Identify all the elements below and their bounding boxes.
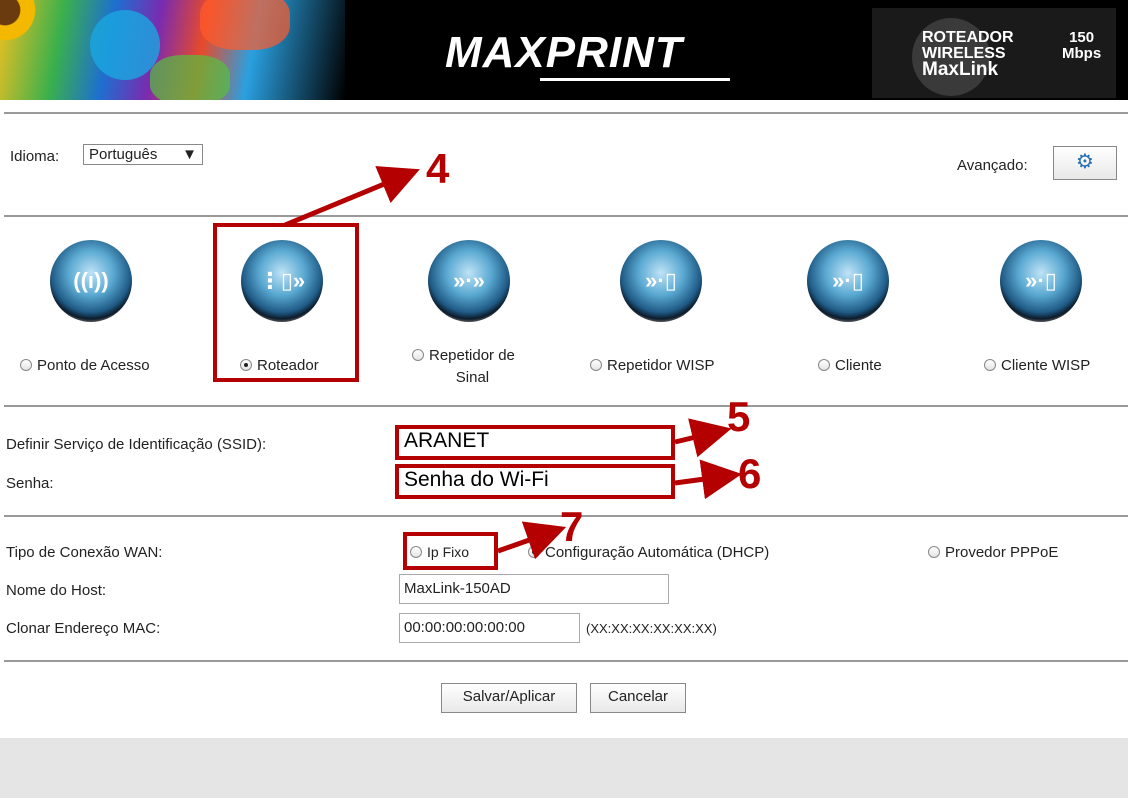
footer xyxy=(0,738,1128,798)
gear-icon: ⚙ xyxy=(1076,151,1094,173)
divider xyxy=(4,660,1128,662)
annotation-box-static-ip xyxy=(403,532,498,570)
badge-line: MaxLink xyxy=(922,59,999,80)
divider xyxy=(4,215,1128,217)
radio-button[interactable] xyxy=(20,359,32,371)
ssid-label: Definir Serviço de Identificação (SSID): xyxy=(6,436,267,453)
badge-speed: 150 Mbps xyxy=(1062,30,1101,62)
wan-option-pppoe[interactable]: Provedor PPPoE xyxy=(928,544,1058,561)
annotation-number-4: 4 xyxy=(426,145,450,192)
annotation-box-password xyxy=(395,464,675,499)
arrow-4 xyxy=(284,166,420,228)
wisp-repeater-icon[interactable]: »·▯ xyxy=(620,240,702,322)
banner-shape xyxy=(150,55,230,100)
mode-label: Repetidor WISP xyxy=(607,357,715,374)
wisp-client-icon[interactable]: »·▯ xyxy=(1000,240,1082,322)
save-apply-button[interactable]: Salvar/Aplicar xyxy=(441,683,577,713)
radio-button[interactable] xyxy=(818,359,830,371)
arrow-5 xyxy=(674,418,732,458)
client-icon[interactable]: »·▯ xyxy=(807,240,889,322)
badge-speed-unit: Mbps xyxy=(1062,45,1102,62)
mode-option-access-point[interactable]: Ponto de Acesso xyxy=(20,357,150,374)
language-value: Português xyxy=(89,146,158,163)
repeater-icon[interactable]: »·» xyxy=(428,240,510,322)
banner-shape xyxy=(90,10,160,80)
badge-text: ROTEADOR WIRELESS MaxLink xyxy=(922,29,1014,80)
brand-underline xyxy=(540,78,730,81)
mode-label: Ponto de Acesso xyxy=(37,357,150,374)
mode-label: Cliente WISP xyxy=(1001,357,1091,374)
radio-button-selected[interactable] xyxy=(528,546,540,558)
wan-type-label: Tipo de Conexão WAN: xyxy=(6,544,163,561)
radio-button[interactable] xyxy=(984,359,996,371)
password-label: Senha: xyxy=(6,475,54,492)
mode-option-wisp-repeater[interactable]: Repetidor WISP xyxy=(590,357,715,374)
banner-artwork xyxy=(0,0,345,100)
annotation-number-7: 7 xyxy=(560,503,584,550)
banner-shape xyxy=(200,0,290,50)
advanced-settings-button[interactable]: ⚙ xyxy=(1053,146,1117,180)
mode-label: Cliente xyxy=(835,357,882,374)
host-input[interactable]: MaxLink-150AD xyxy=(399,574,669,604)
product-badge: ROTEADOR WIRELESS MaxLink 150 Mbps xyxy=(872,8,1116,98)
host-label: Nome do Host: xyxy=(6,582,107,599)
advanced-label: Avançado: xyxy=(957,157,1028,174)
banner: MAXPRINT ROTEADOR WIRELESS MaxLink 150 M… xyxy=(0,0,1128,100)
arrow-6 xyxy=(674,459,742,500)
divider xyxy=(4,405,1128,407)
radio-button[interactable] xyxy=(590,359,602,371)
annotation-number-6: 6 xyxy=(738,450,762,497)
annotation-arrows xyxy=(284,166,742,560)
mac-format-hint: (XX:XX:XX:XX:XX:XX) xyxy=(586,621,717,636)
access-point-icon[interactable]: ((ı)) xyxy=(50,240,132,322)
cancel-button[interactable]: Cancelar xyxy=(590,683,686,713)
divider xyxy=(4,112,1128,114)
annotation-number-5: 5 xyxy=(727,393,751,440)
language-label: Idioma: xyxy=(10,148,60,165)
mac-input[interactable]: 00:00:00:00:00:00 xyxy=(399,613,580,643)
sunflower-graphic xyxy=(0,0,40,45)
radio-button[interactable] xyxy=(928,546,940,558)
dropdown-arrow-icon: ▼ xyxy=(182,146,197,163)
wan-option-label: Provedor PPPoE xyxy=(945,544,1059,561)
radio-button[interactable] xyxy=(412,349,424,361)
annotation-box-router xyxy=(213,223,359,382)
language-select[interactable]: Português ▼ xyxy=(83,144,203,165)
mode-option-wisp-client[interactable]: Cliente WISP xyxy=(984,357,1090,374)
badge-speed-value: 150 xyxy=(1069,29,1095,46)
annotation-box-ssid xyxy=(395,425,675,460)
mode-label: Repetidor de xyxy=(429,347,515,364)
mode-option-client[interactable]: Cliente xyxy=(818,357,882,374)
mode-option-repeater[interactable]: Repetidor de Sinal xyxy=(412,345,515,389)
mode-label: Sinal xyxy=(455,369,490,386)
mac-label: Clonar Endereço MAC: xyxy=(6,620,161,637)
brand-logo: MAXPRINT xyxy=(445,28,683,77)
badge-line: ROTEADOR xyxy=(922,29,1014,46)
